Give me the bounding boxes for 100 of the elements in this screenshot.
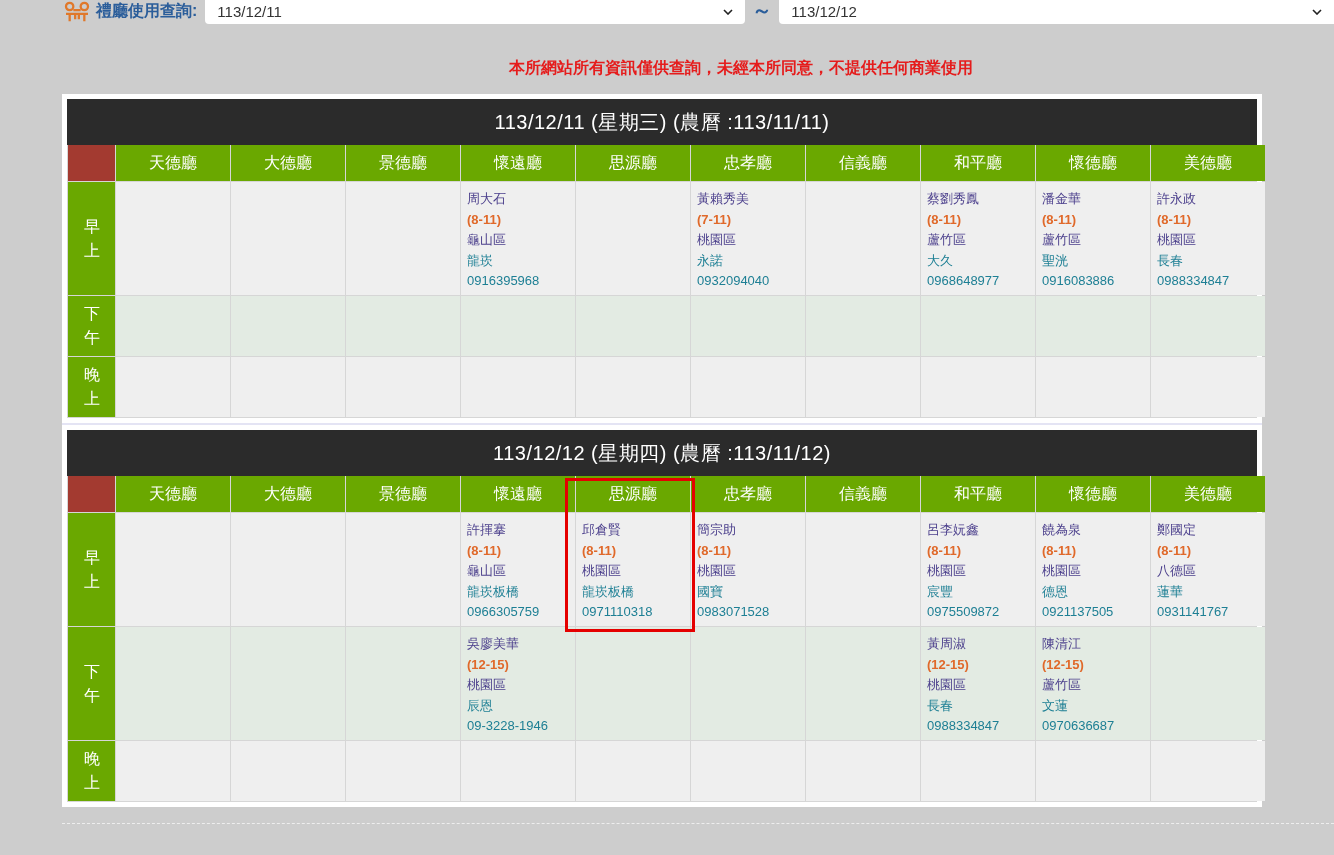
deceased-name: 邱倉賢 <box>582 521 621 539</box>
deceased-name: 簡宗助 <box>697 521 736 539</box>
to-date-select[interactable]: 113/12/12 <box>779 0 1334 24</box>
time-range: (8-11) <box>1157 541 1191 560</box>
phone-number: 09-3228-1946 <box>467 717 548 735</box>
building-icon <box>62 1 92 23</box>
village: 長春 <box>927 696 953 715</box>
village: 聖洸 <box>1042 251 1068 270</box>
deceased-name: 陳清江 <box>1042 635 1081 653</box>
time-range: (12-15) <box>467 655 509 674</box>
hall-header: 懷遠廳 <box>461 476 575 512</box>
phone-number: 0931141767 <box>1157 603 1229 621</box>
from-date-select[interactable]: 113/12/11 <box>205 0 746 24</box>
hall-header: 大德廳 <box>231 476 345 512</box>
village: 龍崁板橋 <box>582 582 634 601</box>
chevron-down-icon <box>723 9 734 15</box>
period-label: 下午 <box>68 296 115 356</box>
hall-header: 忠孝廳 <box>691 476 805 512</box>
district: 桃園區 <box>697 562 736 580</box>
district: 蘆竹區 <box>1042 676 1081 694</box>
hall-header: 美德廳 <box>1151 145 1265 181</box>
hall-header: 天德廳 <box>116 145 230 181</box>
time-range: (8-11) <box>927 541 961 560</box>
hall-header: 懷德廳 <box>1036 145 1150 181</box>
deceased-name: 潘金華 <box>1042 190 1081 208</box>
village: 大久 <box>927 251 953 270</box>
corner-cell <box>68 476 115 512</box>
time-range: (8-11) <box>467 541 501 560</box>
district: 龜山區 <box>467 231 506 249</box>
village: 龍崁 <box>467 251 493 270</box>
district: 桃園區 <box>582 562 621 580</box>
phone-number: 0932094040 <box>697 272 770 290</box>
phone-number: 0966305759 <box>467 603 540 621</box>
district: 桃園區 <box>927 676 966 694</box>
village: 宸豐 <box>927 582 953 601</box>
village: 龍崁板橋 <box>467 582 519 601</box>
corner-cell <box>68 145 115 181</box>
village: 永諾 <box>697 251 723 270</box>
hall-header: 信義廳 <box>806 145 920 181</box>
day-title: 113/12/12 (星期四) (農曆 :113/11/12) <box>67 430 1257 476</box>
phone-number: 0988334847 <box>927 717 1000 735</box>
village: 長春 <box>1157 251 1183 270</box>
village: 蓮華 <box>1157 582 1183 601</box>
deceased-name: 許揮搴 <box>467 521 506 539</box>
phone-number: 0916083886 <box>1042 272 1115 290</box>
day-title: 113/12/11 (星期三) (農曆 :113/11/11) <box>67 99 1257 145</box>
district: 桃園區 <box>1157 231 1196 249</box>
district: 桃園區 <box>697 231 736 249</box>
phone-number: 0971110318 <box>582 603 653 621</box>
district: 桃園區 <box>927 562 966 580</box>
hall-header: 思源廳 <box>576 145 690 181</box>
deceased-name: 周大石 <box>467 190 506 208</box>
phone-number: 0916395968 <box>467 272 540 290</box>
hall-header: 懷遠廳 <box>461 145 575 181</box>
village: 國寶 <box>697 582 723 601</box>
chevron-down-icon <box>1312 9 1322 15</box>
hall-header: 和平廳 <box>921 476 1035 512</box>
time-range: (8-11) <box>582 541 616 560</box>
district: 龜山區 <box>467 562 506 580</box>
hall-header: 懷德廳 <box>1036 476 1150 512</box>
hall-header: 景德廳 <box>346 476 460 512</box>
time-range: (8-11) <box>927 210 961 229</box>
query-label: 禮廳使用查詢: <box>96 1 198 21</box>
district: 八德區 <box>1157 562 1196 580</box>
hall-header: 美德廳 <box>1151 476 1265 512</box>
range-separator: ～ <box>752 0 773 20</box>
hall-header: 信義廳 <box>806 476 920 512</box>
phone-number: 0983071528 <box>697 603 770 621</box>
deceased-name: 蔡劉秀鳳 <box>927 190 979 208</box>
phone-number: 0988334847 <box>1157 272 1230 290</box>
period-label: 早上 <box>68 513 115 626</box>
phone-number: 0921137505 <box>1042 603 1114 621</box>
time-range: (8-11) <box>1042 210 1076 229</box>
district: 桃園區 <box>467 676 506 694</box>
hall-header: 忠孝廳 <box>691 145 805 181</box>
deceased-name: 吳廖美華 <box>467 635 519 653</box>
district: 蘆竹區 <box>1042 231 1081 249</box>
district: 桃園區 <box>1042 562 1081 580</box>
time-range: (8-11) <box>467 210 501 229</box>
period-label: 下午 <box>68 627 115 740</box>
time-range: (8-11) <box>697 541 731 560</box>
hall-header: 大德廳 <box>231 145 345 181</box>
time-range: (7-11) <box>697 210 731 229</box>
period-label: 晚上 <box>68 741 115 801</box>
time-range: (12-15) <box>1042 655 1084 674</box>
deceased-name: 鄭國定 <box>1157 521 1196 539</box>
phone-number: 0975509872 <box>927 603 1000 621</box>
hall-header: 天德廳 <box>116 476 230 512</box>
time-range: (8-11) <box>1157 210 1191 229</box>
deceased-name: 饒為泉 <box>1042 521 1081 539</box>
period-label: 早上 <box>68 182 115 295</box>
village: 文蓮 <box>1042 696 1068 715</box>
notice-text: 本所網站所有資訊僅供查詢，未經本所同意，不提供任何商業使用 <box>509 58 973 78</box>
deceased-name: 呂李妧鑫 <box>927 521 979 539</box>
phone-number: 0970636687 <box>1042 717 1115 735</box>
period-label: 晚上 <box>68 357 115 417</box>
hall-header: 和平廳 <box>921 145 1035 181</box>
district: 蘆竹區 <box>927 231 966 249</box>
village: 辰恩 <box>467 696 493 715</box>
deceased-name: 黃賴秀美 <box>697 190 749 208</box>
